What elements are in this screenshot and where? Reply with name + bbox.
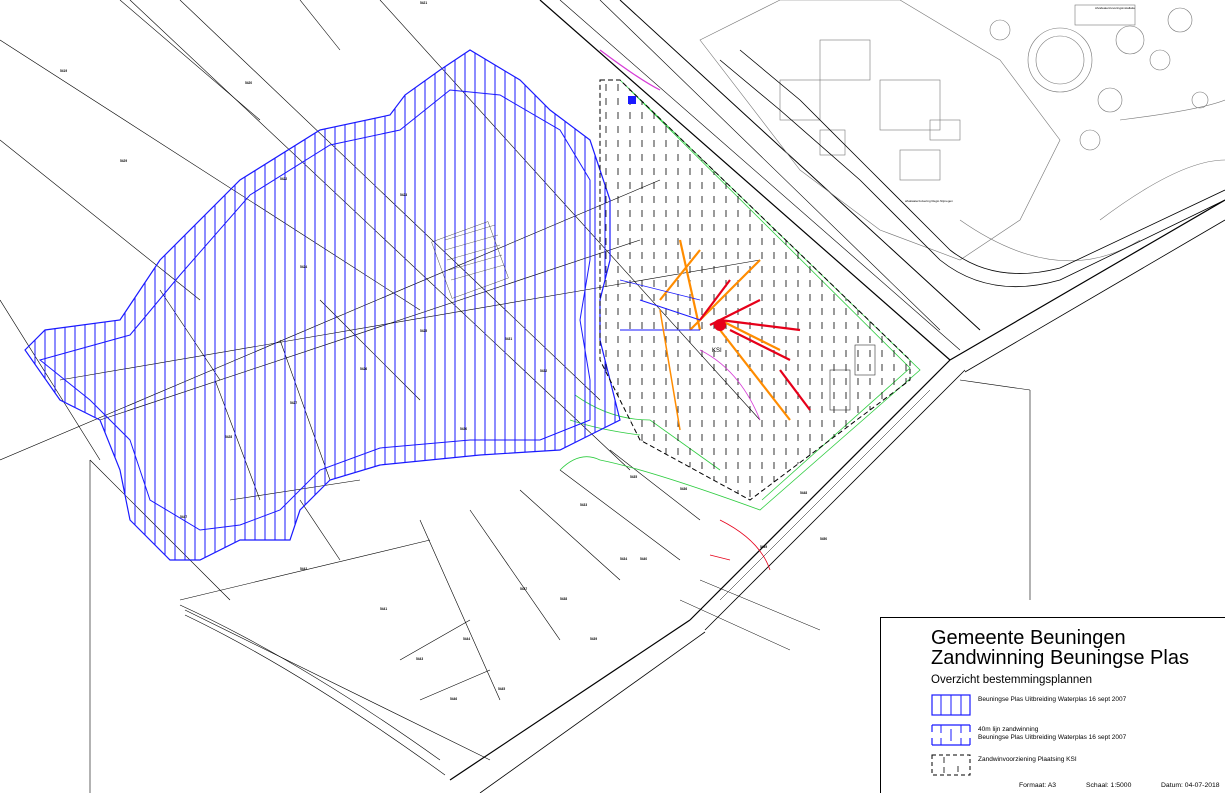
plot-number-label: 5450 xyxy=(820,537,827,541)
legend-title-line2: Zandwinning Beuningse Plas xyxy=(931,647,1189,669)
legend-title-line1: Gemeente Beuningen xyxy=(931,627,1126,649)
plot-number-label: 5431 xyxy=(505,337,512,341)
plot-number-label: 5443 xyxy=(416,657,423,661)
plot-number-label: 5446 xyxy=(450,697,457,701)
plot-number-label: 5440 xyxy=(640,557,647,561)
plot-number-label: 5430 xyxy=(460,427,467,431)
plot-number-label: 5421 xyxy=(420,1,427,5)
plot-number-label: 5434 xyxy=(620,557,627,561)
plot-number-label: 5423 xyxy=(400,193,407,197)
industrial-site xyxy=(699,0,1225,262)
plot-number-label: 5447 xyxy=(180,515,187,519)
plot-number-label: 5424 xyxy=(300,265,307,269)
waterplas-area[interactable] xyxy=(24,49,621,561)
legend-item-40m-line: 40m lijn zandwinning Beuningse Plas Uitb… xyxy=(931,724,1221,748)
plot-number-label: 5437 xyxy=(520,587,527,591)
legend-date: Datum: 04-07-2018 xyxy=(1161,782,1220,789)
legend-item-ksi: Zandwinvoorziening Plaatsing KSI xyxy=(931,754,1221,778)
legend-format: Formaat: A3 xyxy=(1019,782,1057,789)
plot-number-label: 5426 xyxy=(360,367,367,371)
plot-number-label: 5449 xyxy=(760,545,767,549)
plot-number-label: 5435 xyxy=(630,475,637,479)
plot-number-label: 5419 xyxy=(60,69,67,73)
plot-number-label: 5428 xyxy=(225,435,232,439)
plot-number-label: 5445 xyxy=(498,687,505,691)
plot-number-label: 5425 xyxy=(420,329,427,333)
legend-item-label: Beuningse Plas Uitbreiding Waterplas 16 … xyxy=(978,696,1127,703)
map-annotation-label: KSI xyxy=(712,348,722,354)
legend-item-label: Zandwinvoorziening Plaatsing KSI xyxy=(978,756,1077,763)
plot-number-label: 5436 xyxy=(680,487,687,491)
plot-number-label: 5432 xyxy=(540,369,547,373)
legend-item-label: 40m lijn zandwinning Beuningse Plas Uitb… xyxy=(978,726,1127,741)
plot-number-label: 5438 xyxy=(560,597,567,601)
plot-number-label: 5429 xyxy=(120,159,127,163)
plot-number-label: 5427 xyxy=(290,401,297,405)
legend-panel: Gemeente Beuningen Zandwinning Beuningse… xyxy=(880,617,1225,793)
plot-number-label: 5441 xyxy=(380,607,387,611)
waterplas-swatch-icon xyxy=(931,694,971,716)
plot-number-label: 5433 xyxy=(580,503,587,507)
map-annotation-label: Afvalwaterzuiveringsinstallatie xyxy=(1095,6,1135,10)
plot-number-label: 5442 xyxy=(300,567,307,571)
plot-number-label: 5439 xyxy=(590,637,597,641)
plot-number-label: 5422 xyxy=(280,177,287,181)
legend-subtitle: Overzicht bestemmingsplannen xyxy=(931,674,1093,686)
legend-item-waterplas: Beuningse Plas Uitbreiding Waterplas 16 … xyxy=(931,694,1221,718)
forty-meter-swatch-icon xyxy=(931,724,971,746)
ksi-swatch-icon xyxy=(931,754,971,776)
plot-number-label: 5444 xyxy=(463,637,470,641)
plot-number-label: 5420 xyxy=(245,81,252,85)
map-annotation-label: afvalwaterzuivering Regio Nijmegen xyxy=(905,199,953,203)
legend-scale: Schaal: 1:5000 xyxy=(1086,782,1132,789)
ksi-area[interactable] xyxy=(599,79,911,501)
plot-number-label: 5448 xyxy=(800,491,807,495)
